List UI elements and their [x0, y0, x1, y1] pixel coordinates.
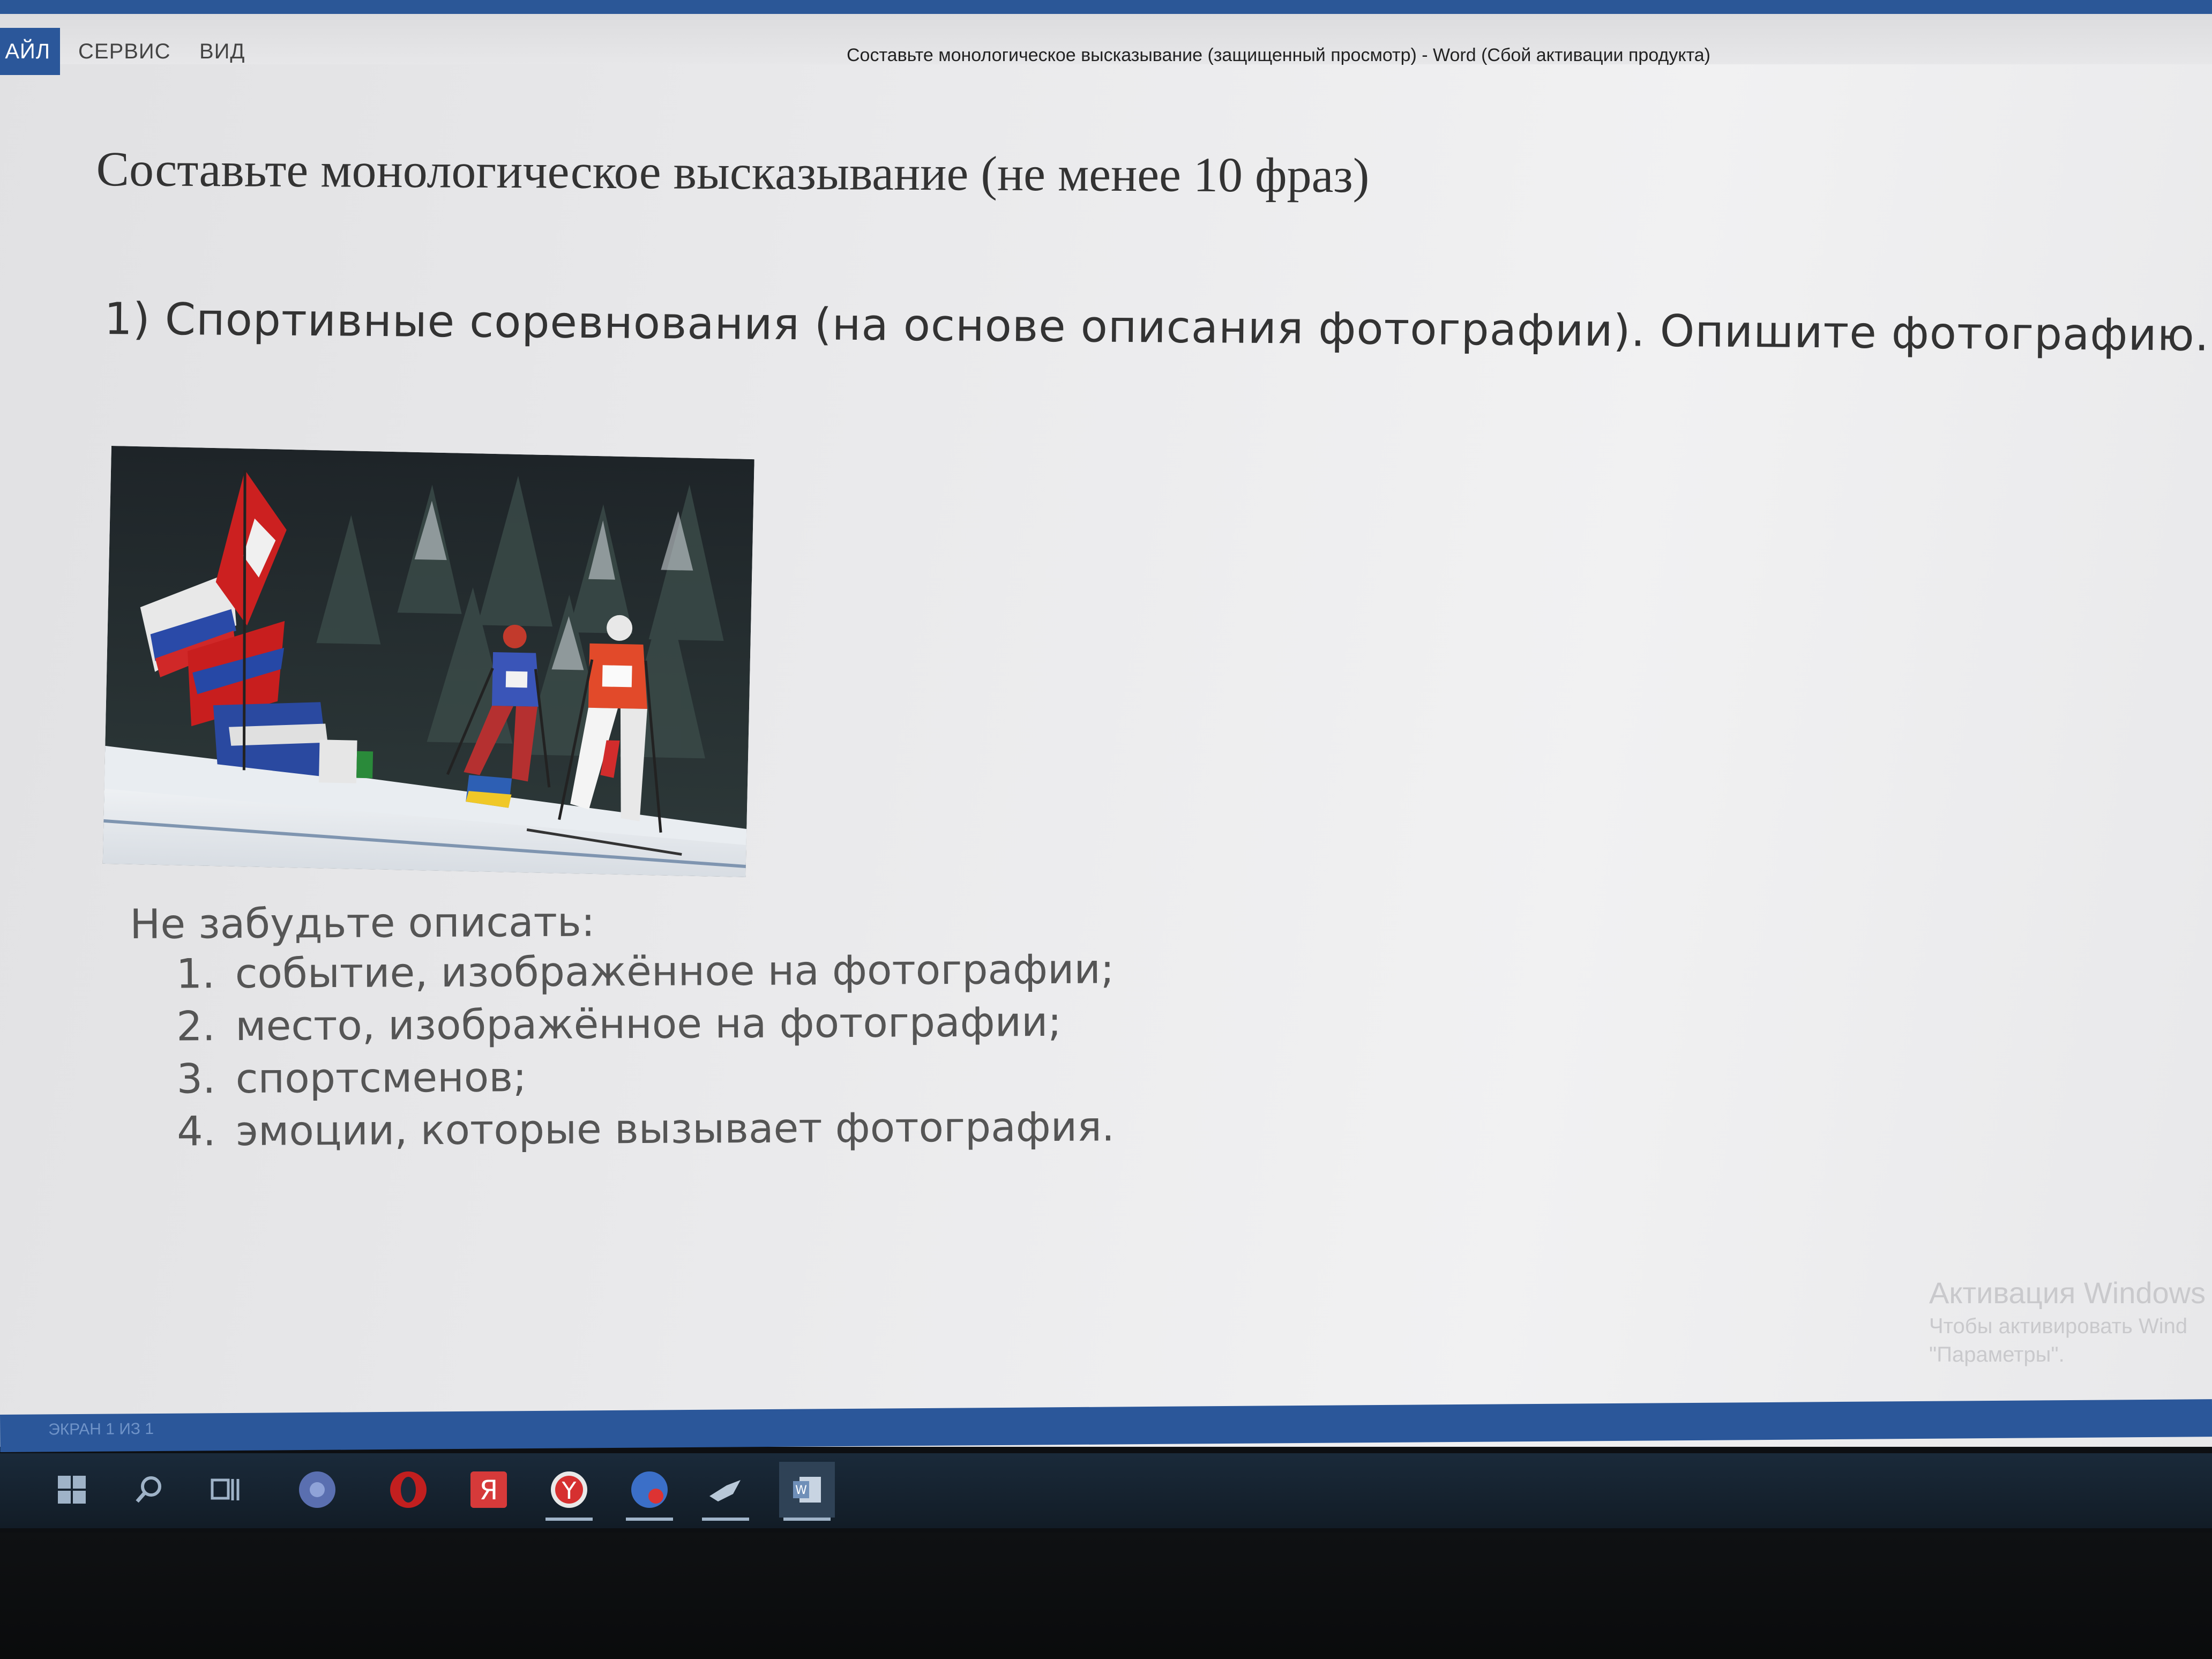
window-title: Составьте монологическое высказывание (з…: [847, 45, 1710, 65]
list-item-text: спортсменов;: [235, 1053, 527, 1102]
steam-icon[interactable]: [698, 1462, 753, 1521]
page-counter[interactable]: ЭКРАН 1 ИЗ 1: [48, 1420, 154, 1439]
watermark-line-1: Активация Windows: [1929, 1276, 2206, 1310]
chrome-icon[interactable]: [289, 1462, 345, 1518]
list-item-text: место, изображённое на фотографии;: [235, 997, 1062, 1050]
opera-icon[interactable]: [380, 1462, 436, 1518]
menu-service-tab[interactable]: СЕРВИС: [78, 28, 171, 75]
vpn-icon[interactable]: [622, 1462, 677, 1521]
document-heading: Составьте монологическое высказывание (н…: [96, 141, 1370, 203]
windows-start-icon[interactable]: [44, 1462, 100, 1518]
svg-text:Y: Y: [562, 1477, 577, 1505]
task-view-icon[interactable]: [197, 1462, 253, 1518]
word-icon[interactable]: W: [779, 1462, 835, 1521]
list-item-number: 2.: [176, 1002, 215, 1050]
search-icon[interactable]: [121, 1462, 177, 1518]
svg-text:W: W: [795, 1484, 807, 1497]
menu-file-tab[interactable]: АЙЛ: [0, 28, 60, 75]
list-item-number: 1.: [176, 950, 215, 998]
task-description: 1) Спортивные соревнования (на основе оп…: [104, 294, 2210, 361]
list-item-number: 3.: [176, 1055, 216, 1103]
list-item-text: событие, изображённое на фотографии;: [235, 945, 1115, 997]
list-item: 1. событие, изображённое на фотографии;: [176, 943, 1114, 1000]
yandex-icon[interactable]: Я: [461, 1462, 517, 1518]
list-item: 2. место, изображённое на фотографии;: [176, 995, 1115, 1052]
list-item-number: 4.: [177, 1107, 216, 1155]
ribbon-menu-bar: АЙЛ СЕРВИС ВИД Составьте монологическое …: [0, 0, 2212, 75]
list-item-text: эмоции, которые вызывает фотография.: [236, 1102, 1115, 1155]
menu-view-tab[interactable]: ВИД: [199, 28, 245, 75]
list-item: 3. спортсменов;: [176, 1048, 1115, 1105]
svg-text:Я: Я: [480, 1475, 498, 1506]
monitor-bezel: [0, 1533, 2212, 1659]
reminder-title: Не забудьте описать:: [130, 898, 595, 948]
reminder-list: 1. событие, изображённое на фотографии; 2…: [176, 943, 1115, 1157]
biathlon-photo-illustration: [102, 446, 754, 877]
biathlon-photo: [102, 446, 754, 877]
watermark-line-3: "Параметры".: [1929, 1343, 2065, 1366]
watermark-line-2: Чтобы активировать Wind: [1929, 1314, 2188, 1338]
reminder-block: Не забудьте описать: 1. событие, изображё…: [130, 895, 1115, 1158]
yandex-browser-icon[interactable]: Y: [541, 1462, 597, 1521]
word-window: АЙЛ СЕРВИС ВИД Составьте монологическое …: [0, 0, 2212, 1447]
windows-activation-watermark: Активация Windows Чтобы активировать Win…: [1929, 1275, 2206, 1367]
list-item: 4. эмоции, которые вызывает фотография.: [177, 1100, 1115, 1157]
